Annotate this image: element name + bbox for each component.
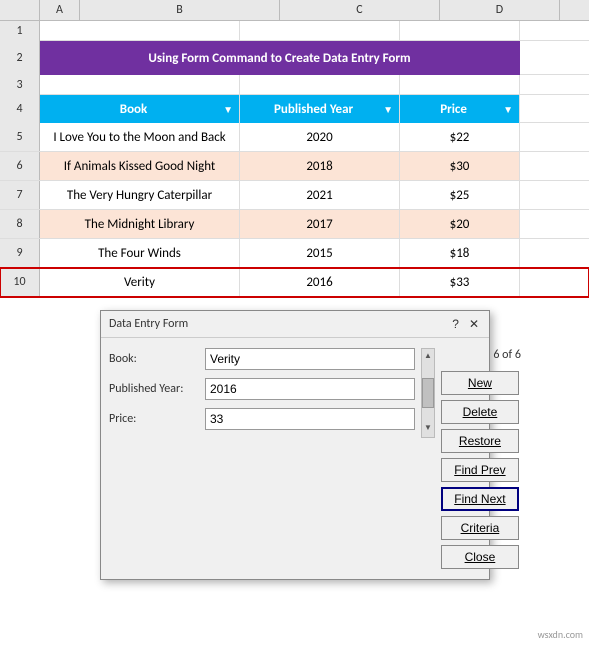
cell (240, 21, 400, 41)
cell-book: I Love You to the Moon and Back (40, 123, 240, 151)
find-next-button[interactable]: Find Next (441, 487, 519, 511)
scroll-thumb[interactable] (422, 378, 434, 408)
row-number: 8 (0, 210, 40, 238)
row-number: 2 (0, 41, 40, 75)
cell-book: The Very Hungry Caterpillar (40, 181, 240, 209)
cell-book: The Midnight Library (40, 210, 240, 238)
row-number: 10 (0, 268, 40, 296)
field-row-year: Published Year: (109, 378, 415, 400)
delete-button[interactable]: Delete (441, 400, 519, 424)
table-row: 9 The Four Winds 2015 $18 (0, 239, 589, 268)
cell-price: $33 (400, 268, 520, 296)
cell-year: 2017 (240, 210, 400, 238)
col-header-d: D (440, 0, 560, 20)
cell-book: Verity (40, 268, 240, 296)
cell-price: $20 (400, 210, 520, 238)
row-number: 9 (0, 239, 40, 267)
row-number: 7 (0, 181, 40, 209)
table-row: 8 The Midnight Library 2017 $20 (0, 210, 589, 239)
header-year[interactable]: Published Year ▼ (240, 95, 400, 123)
table-row: 3 (0, 75, 589, 95)
cell (40, 75, 240, 95)
dropdown-arrow-year[interactable]: ▼ (383, 103, 393, 116)
field-label-price: Price: (109, 412, 199, 426)
cell (240, 75, 400, 95)
dialog-title: Data Entry Form (109, 317, 188, 331)
title-cell: Using Form Command to Create Data Entry … (40, 41, 520, 75)
cell-book: The Four Winds (40, 239, 240, 267)
dialog-scrollbar[interactable]: ▲ ▼ (421, 348, 435, 438)
row-number: 6 (0, 152, 40, 180)
field-row-price: Price: (109, 408, 415, 430)
row-number: 3 (0, 75, 40, 95)
col-header-a: A (40, 0, 80, 20)
row-number: 1 (0, 21, 40, 41)
cell-year: 2018 (240, 152, 400, 180)
field-row-book: Book: (109, 348, 415, 370)
cell (400, 21, 520, 41)
cell-price: $22 (400, 123, 520, 151)
close-form-button[interactable]: Close (441, 545, 519, 569)
dialog-close-button[interactable]: ✕ (467, 317, 481, 331)
cell-year: 2015 (240, 239, 400, 267)
col-headers-row: A B C D (0, 0, 589, 21)
cell-price: $25 (400, 181, 520, 209)
corner-cell (0, 0, 40, 20)
dialog-controls: ? ✕ (450, 317, 481, 331)
dialog-titlebar: Data Entry Form ? ✕ (101, 311, 489, 338)
field-input-book[interactable] (205, 348, 415, 370)
scroll-up-arrow[interactable]: ▲ (422, 349, 434, 363)
table-header-row: 4 Book ▼ Published Year ▼ Price ▼ (0, 95, 589, 123)
title-row: 2 Using Form Command to Create Data Entr… (0, 41, 589, 75)
row-number: 4 (0, 95, 40, 123)
dropdown-arrow-book[interactable]: ▼ (223, 103, 233, 116)
restore-button[interactable]: Restore (441, 429, 519, 453)
header-book[interactable]: Book ▼ (40, 95, 240, 123)
col-header-c: C (280, 0, 440, 20)
dialog-help-button[interactable]: ? (450, 317, 461, 331)
table-row: 7 The Very Hungry Caterpillar 2021 $25 (0, 181, 589, 210)
header-price[interactable]: Price ▼ (400, 95, 520, 123)
record-info: 6 of 6 (441, 348, 521, 362)
table-row: 10 Verity 2016 $33 (0, 268, 589, 297)
scroll-down-arrow[interactable]: ▼ (422, 421, 434, 435)
dialog-fields: Book: Published Year: Price: (109, 348, 415, 569)
dialog-buttons: 6 of 6 New Delete Restore Find Prev Find… (441, 348, 521, 569)
new-button[interactable]: New (441, 371, 519, 395)
watermark: wsxdn.com (538, 628, 583, 641)
table-row: 1 (0, 21, 589, 41)
header-price-label: Price (406, 102, 501, 117)
field-label-book: Book: (109, 352, 199, 366)
dropdown-arrow-price[interactable]: ▼ (503, 103, 513, 116)
data-entry-form-dialog: Data Entry Form ? ✕ Book: Published Year… (100, 310, 490, 580)
field-label-year: Published Year: (109, 382, 199, 396)
cell-year: 2020 (240, 123, 400, 151)
field-input-year[interactable] (205, 378, 415, 400)
cell-book: If Animals Kissed Good Night (40, 152, 240, 180)
col-header-b: B (80, 0, 280, 20)
find-prev-button[interactable]: Find Prev (441, 458, 519, 482)
table-row: 5 I Love You to the Moon and Back 2020 $… (0, 123, 589, 152)
cell (400, 75, 520, 95)
cell (40, 21, 240, 41)
field-input-price[interactable] (205, 408, 415, 430)
criteria-button[interactable]: Criteria (441, 516, 519, 540)
table-row: 6 If Animals Kissed Good Night 2018 $30 (0, 152, 589, 181)
cell-price: $18 (400, 239, 520, 267)
cell-year: 2016 (240, 268, 400, 296)
header-year-label: Published Year (246, 102, 381, 117)
spreadsheet: A B C D 1 2 Using Form Command to Create… (0, 0, 589, 297)
cell-price: $30 (400, 152, 520, 180)
cell-year: 2021 (240, 181, 400, 209)
row-number: 5 (0, 123, 40, 151)
dialog-body: Book: Published Year: Price: ▲ ▼ 6 of 6 … (101, 338, 489, 579)
header-book-label: Book (46, 102, 221, 117)
